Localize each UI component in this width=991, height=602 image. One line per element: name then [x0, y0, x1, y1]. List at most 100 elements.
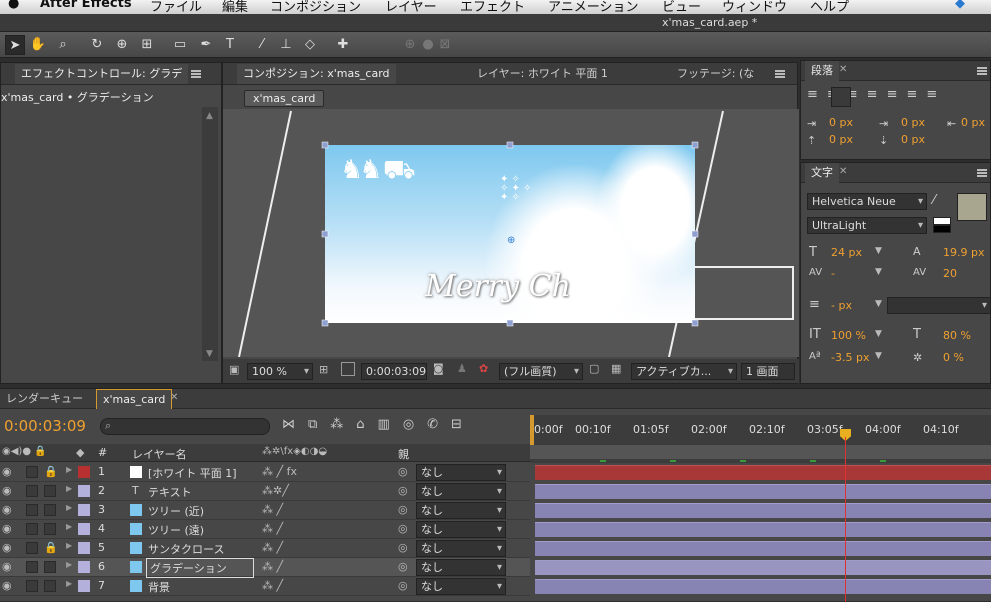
- scrollbar[interactable]: ▲ ▼: [202, 107, 218, 361]
- eye-icon[interactable]: ◉: [2, 522, 12, 535]
- layer-name[interactable]: サンタクロース: [148, 541, 224, 557]
- camera-view-dropdown[interactable]: アクティブカ...: [631, 363, 737, 380]
- pickwhip-icon[interactable]: ◎: [398, 560, 408, 573]
- layer-row[interactable]: ◉ 🔒 ▶ 1 [ホワイト 平面 1] ⁂ ╱ fx ◎ なし: [0, 463, 530, 482]
- render-queue-tab[interactable]: レンダーキュー: [0, 389, 89, 409]
- lock-switch[interactable]: [44, 580, 56, 592]
- timeline-comp-tab[interactable]: x'mas_card: [96, 389, 173, 409]
- grid-icon[interactable]: ⊞: [319, 363, 328, 376]
- layer-name[interactable]: グラデーション: [146, 558, 254, 578]
- layer-row[interactable]: ◉ ▶ 7 背景 ⁂ ╱ ◎ なし: [0, 577, 530, 596]
- layer-row-selected[interactable]: ◉ ▶ 6 グラデーション ⁂ ╱ ◎ なし: [0, 558, 530, 578]
- layer-name[interactable]: [ホワイト 平面 1]: [148, 465, 237, 481]
- zoom-tool-icon[interactable]: ⌕: [53, 35, 73, 55]
- stroke-style-dropdown[interactable]: [887, 297, 991, 314]
- tracking-value[interactable]: 20: [943, 267, 957, 280]
- lock-icon[interactable]: 🔒: [44, 465, 58, 478]
- hand-tool-icon[interactable]: ✋: [28, 35, 48, 55]
- current-time-display[interactable]: 0:00:03:09: [4, 417, 86, 435]
- layer-duration-bar[interactable]: [535, 484, 991, 499]
- pickwhip-icon[interactable]: ◎: [398, 579, 408, 592]
- panel-menu-icon[interactable]: [977, 67, 987, 75]
- indent-right-value[interactable]: 0 px: [961, 116, 985, 129]
- layer-duration-bar[interactable]: [535, 465, 991, 480]
- show-snapshot-icon[interactable]: ♟: [457, 362, 467, 375]
- space-before-value[interactable]: 0 px: [829, 133, 853, 146]
- menu-window[interactable]: ウィンドウ: [722, 0, 787, 14]
- layer-switches-icon[interactable]: ⁂ ╱: [262, 579, 283, 592]
- time-ruler[interactable]: 0:00f 00:10f 01:05f 02:00f 02:10f 03:05f…: [530, 415, 991, 463]
- parent-dropdown[interactable]: なし: [416, 502, 506, 519]
- leading-value[interactable]: 19.9 px: [943, 246, 984, 259]
- camera-tool-icon[interactable]: ⊕: [112, 35, 132, 55]
- parent-dropdown[interactable]: なし: [416, 464, 506, 481]
- lock-switch[interactable]: [44, 523, 56, 535]
- menu-composition[interactable]: コンポジション: [270, 0, 361, 14]
- timeline-switches-toolbar[interactable]: ⋈⧉⁂⌂▥◎✆⊟: [282, 417, 475, 432]
- layer-row[interactable]: ◉ 🔒 ▶ 5 サンタクロース ⁂ ╱ ◎ なし: [0, 539, 530, 558]
- label-color[interactable]: [78, 580, 90, 592]
- dropdown-arrow-icon[interactable]: ▼: [875, 351, 882, 361]
- close-icon[interactable]: ✕: [170, 392, 178, 403]
- indent-left-value[interactable]: 0 px: [829, 116, 853, 129]
- layer-tab[interactable]: レイヤー: ホワイト 平面 1: [471, 64, 614, 84]
- current-time-field[interactable]: 0:00:03:09: [361, 363, 427, 380]
- layer-name[interactable]: ツリー (遠): [148, 522, 204, 538]
- mask-visibility-icon[interactable]: [341, 362, 355, 376]
- selection-tool-icon[interactable]: ➤: [5, 35, 25, 55]
- layer-row[interactable]: ◉ ▶ 3 ツリー (近) ⁂ ╱ ◎ なし: [0, 501, 530, 520]
- black-swatch[interactable]: [933, 225, 951, 233]
- apple-icon[interactable]: ●: [8, 0, 19, 11]
- parent-dropdown[interactable]: なし: [416, 540, 506, 557]
- panel-menu-icon[interactable]: [191, 70, 201, 78]
- layer-duration-bar[interactable]: [535, 579, 991, 594]
- channel-icon[interactable]: ✿: [479, 362, 488, 375]
- layer-switches-icon[interactable]: ⁂✲╱: [262, 484, 289, 497]
- dropdown-arrow-icon[interactable]: ▼: [875, 299, 882, 309]
- clone-stamp-tool-icon[interactable]: ⊥: [276, 35, 296, 55]
- layer-name[interactable]: テキスト: [148, 484, 192, 500]
- solo-switch[interactable]: [26, 580, 38, 592]
- align-center-selected[interactable]: [831, 87, 851, 107]
- dropdown-arrow-icon[interactable]: ▼: [875, 246, 882, 256]
- tsume-value[interactable]: 0 %: [943, 351, 964, 364]
- menu-effect[interactable]: エフェクト: [460, 0, 525, 14]
- layer-row[interactable]: ◉ ▶ 4 ツリー (遠) ⁂ ╱ ◎ なし: [0, 520, 530, 539]
- baseline-shift-value[interactable]: -3.5 px: [831, 351, 869, 364]
- parent-dropdown[interactable]: なし: [416, 483, 506, 500]
- comp-breadcrumb-button[interactable]: x'mas_card: [244, 90, 325, 107]
- pickwhip-icon[interactable]: ◎: [398, 465, 408, 478]
- stroke-width-value[interactable]: - px: [831, 299, 852, 312]
- fill-color-swatch[interactable]: [957, 193, 987, 221]
- layer-name[interactable]: 背景: [148, 579, 170, 595]
- layer-duration-bar[interactable]: [535, 560, 991, 575]
- solo-switch[interactable]: [26, 561, 38, 573]
- expand-triangle-icon[interactable]: ▶: [66, 560, 72, 569]
- pickwhip-icon[interactable]: ◎: [398, 503, 408, 516]
- layer-duration-bar[interactable]: [535, 503, 991, 518]
- vertical-scale-value[interactable]: 100 %: [831, 329, 866, 342]
- menu-animation[interactable]: アニメーション: [548, 0, 638, 14]
- dropdown-arrow-icon[interactable]: ▼: [875, 267, 882, 277]
- eyedropper-icon[interactable]: ⁄: [933, 193, 935, 208]
- label-color[interactable]: [78, 542, 90, 554]
- character-tab[interactable]: 文字: [805, 163, 839, 183]
- menu-layer[interactable]: レイヤー: [385, 0, 437, 14]
- eye-icon[interactable]: ◉: [2, 465, 12, 478]
- pickwhip-icon[interactable]: ◎: [398, 484, 408, 497]
- kerning-value[interactable]: -: [831, 267, 835, 280]
- parent-dropdown[interactable]: なし: [416, 578, 506, 595]
- layer-switches-icon[interactable]: ⁂ ╱: [262, 503, 283, 516]
- panel-menu-icon[interactable]: [775, 70, 785, 78]
- parent-dropdown[interactable]: なし: [416, 559, 506, 576]
- resolution-dropdown[interactable]: (フル画質): [499, 363, 583, 380]
- lock-switch[interactable]: [44, 504, 56, 516]
- layer-name[interactable]: ツリー (近): [148, 503, 204, 519]
- label-color[interactable]: [78, 466, 90, 478]
- font-family-dropdown[interactable]: Helvetica Neue: [807, 193, 927, 210]
- paragraph-tab[interactable]: 段落: [805, 61, 839, 81]
- layer-duration-bar[interactable]: [535, 541, 991, 556]
- close-icon[interactable]: ✕: [839, 166, 847, 177]
- solo-switch[interactable]: [26, 485, 38, 497]
- comp-viewer[interactable]: ♞♞ ⛟ ✦ ✧ ✧ ✦ ✧ ✦ ✧ ⊕ Merry Ch: [223, 109, 799, 357]
